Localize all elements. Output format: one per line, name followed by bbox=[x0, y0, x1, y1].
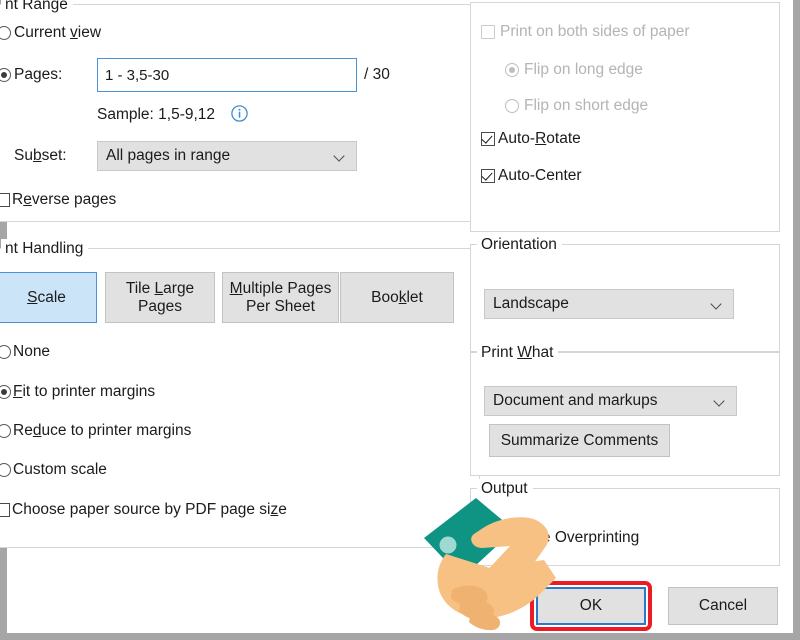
subset-label: Subset: bbox=[14, 147, 67, 164]
print-range-legend: nt Range bbox=[1, 0, 73, 15]
output-legend: Output bbox=[477, 479, 533, 499]
label-simulate-overprinting: mulate Overprinting bbox=[504, 529, 640, 546]
window-edge-bottom bbox=[0, 633, 800, 640]
chevron-down-icon bbox=[715, 397, 726, 404]
orientation-value: Landscape bbox=[493, 295, 569, 312]
chevron-down-icon bbox=[712, 300, 723, 307]
print-handling-legend: nt Handling bbox=[1, 239, 89, 259]
checkbox-print-both-sides[interactable] bbox=[481, 25, 495, 39]
handling-button-tile-large-pages[interactable]: Tile Large Pages bbox=[105, 272, 215, 323]
checkbox-reverse-pages[interactable] bbox=[0, 193, 10, 207]
handling-button-scale[interactable]: Scale bbox=[0, 272, 97, 323]
label-pages: Pages: bbox=[14, 66, 63, 83]
handling-button-booklet[interactable]: Booklet bbox=[340, 272, 454, 323]
print-what-legend: Print What bbox=[477, 343, 559, 363]
subset-dropdown[interactable]: All pages in range bbox=[97, 141, 357, 171]
label-flip-short-edge: Flip on short edge bbox=[524, 97, 649, 114]
label-print-both-sides: Print on both sides of paper bbox=[500, 23, 690, 40]
label-custom-scale: Custom scale bbox=[13, 461, 107, 478]
label-flip-long-edge: Flip on long edge bbox=[524, 61, 643, 78]
print-dialog: nt Range Current view Pages: / 30 Sample… bbox=[0, 0, 800, 640]
label-current-view: Current view bbox=[14, 24, 102, 41]
label-reverse-pages: Reverse pages bbox=[12, 191, 117, 208]
print-what-dropdown[interactable]: Document and markups bbox=[484, 386, 737, 416]
cancel-button-label: Cancel bbox=[698, 597, 748, 614]
label-auto-rotate: Auto-Rotate bbox=[498, 130, 581, 147]
label-fit-to-printer-margins: Fit to printer margins bbox=[13, 383, 156, 400]
label-scale-none: None bbox=[13, 343, 51, 360]
ok-button[interactable]: OK bbox=[535, 586, 647, 626]
ok-button-label: OK bbox=[579, 597, 603, 614]
summarize-comments-label: Summarize Comments bbox=[500, 431, 659, 449]
orientation-legend: Orientation bbox=[477, 235, 562, 255]
checkbox-choose-paper-source[interactable] bbox=[0, 503, 10, 517]
print-what-value: Document and markups bbox=[493, 392, 658, 409]
info-circle-icon[interactable] bbox=[231, 105, 248, 122]
label-choose-paper-source: Choose paper source by PDF page size bbox=[12, 501, 287, 518]
sample-text: Sample: 1,5-9,12 bbox=[97, 106, 216, 123]
cancel-button[interactable]: Cancel bbox=[668, 587, 778, 625]
subset-value: All pages in range bbox=[106, 147, 231, 164]
radio-flip-short-edge[interactable] bbox=[505, 99, 519, 113]
radio-flip-long-edge[interactable] bbox=[505, 63, 519, 77]
handling-button-tile-large-pages-label: Tile Large Pages bbox=[125, 279, 195, 315]
checkbox-auto-center[interactable] bbox=[481, 169, 495, 183]
window-edge-right bbox=[793, 0, 800, 640]
orientation-dropdown[interactable]: Landscape bbox=[484, 289, 734, 319]
checkbox-auto-rotate[interactable] bbox=[481, 132, 495, 146]
label-reduce-to-printer-margins: Reduce to printer margins bbox=[13, 422, 192, 439]
output-fieldset: Output bbox=[470, 479, 780, 566]
handling-button-scale-label: Scale bbox=[27, 288, 66, 306]
pages-input[interactable] bbox=[97, 58, 357, 92]
summarize-comments-button[interactable]: Summarize Comments bbox=[489, 424, 670, 457]
handling-button-multiple-pages-per-sheet[interactable]: Multiple Pages Per Sheet bbox=[222, 272, 339, 323]
pages-total-label: / 30 bbox=[364, 66, 390, 83]
chevron-down-icon bbox=[335, 152, 346, 159]
label-auto-center: Auto-Center bbox=[498, 167, 582, 184]
handling-button-booklet-label: Booklet bbox=[371, 288, 423, 306]
handling-button-multiple-pages-per-sheet-label: Multiple Pages Per Sheet bbox=[229, 279, 332, 315]
